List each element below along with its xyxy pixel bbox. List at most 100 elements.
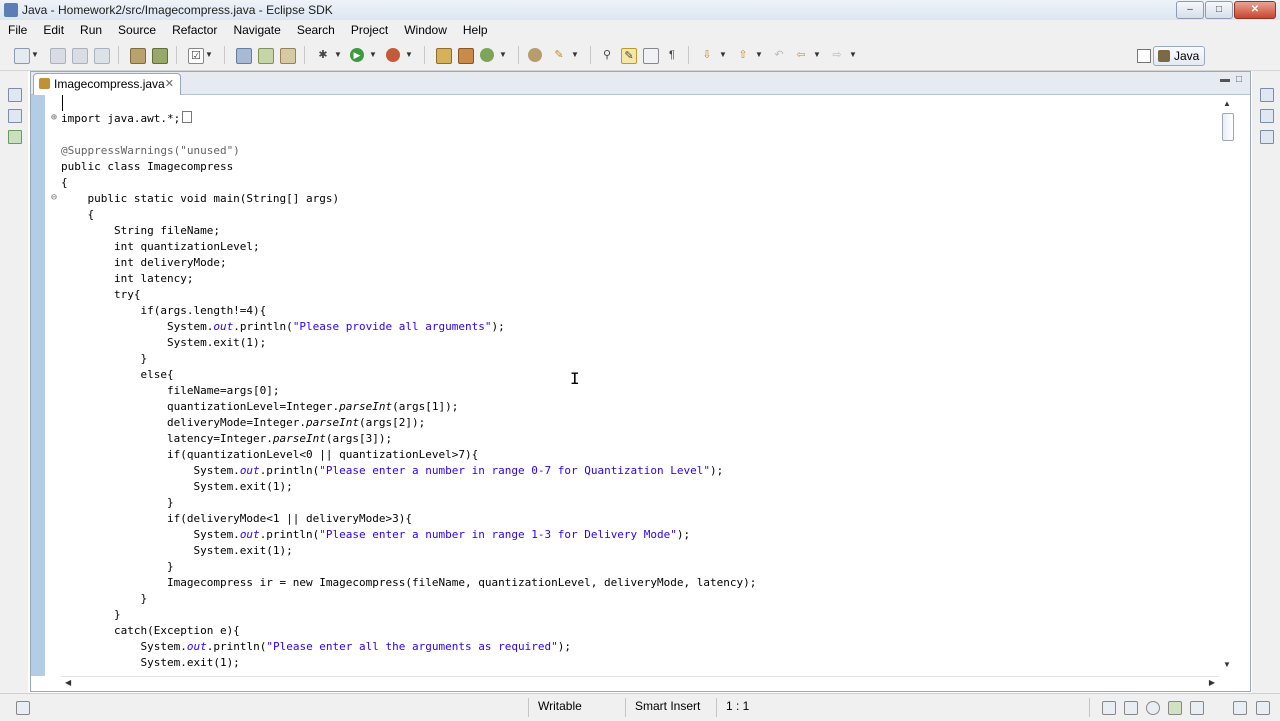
- menu-run[interactable]: Run: [72, 23, 110, 37]
- java-perspective-button[interactable]: Java: [1153, 46, 1205, 66]
- overview-ruler: [31, 95, 45, 676]
- expand-fold-icon[interactable]: ⊕: [51, 112, 57, 123]
- show-whitespace-icon[interactable]: ¶: [665, 48, 679, 62]
- back-dropdown-icon[interactable]: ▼: [813, 48, 821, 62]
- menu-edit[interactable]: Edit: [35, 23, 72, 37]
- mark-occurrences-icon[interactable]: ✎: [621, 48, 637, 64]
- minimize-button[interactable]: –: [1176, 1, 1204, 19]
- print-icon[interactable]: [94, 48, 110, 64]
- menu-project[interactable]: Project: [343, 23, 396, 37]
- new-java-class-icon[interactable]: [480, 48, 494, 62]
- code-line: public class Imagecompress: [61, 160, 234, 173]
- new-java-project-icon[interactable]: [436, 48, 452, 64]
- scroll-up-icon[interactable]: ▲: [1223, 99, 1231, 108]
- javadoc-icon[interactable]: [1168, 701, 1182, 715]
- new-java-package-icon[interactable]: [458, 48, 474, 64]
- close-button[interactable]: ✕: [1234, 1, 1276, 19]
- scroll-thumb[interactable]: [1222, 113, 1234, 141]
- run-icon[interactable]: ▶: [350, 48, 364, 62]
- toggle-mark-icon[interactable]: ☑: [188, 48, 204, 64]
- menu-navigate[interactable]: Navigate: [225, 23, 288, 37]
- open-type-icon[interactable]: [130, 48, 146, 64]
- problems-icon[interactable]: [1124, 701, 1138, 715]
- save-all-icon[interactable]: [72, 48, 88, 64]
- code-line: {: [61, 176, 68, 189]
- scroll-right-icon[interactable]: ▶: [1209, 678, 1215, 687]
- minimize-view-icon[interactable]: ▬: [1220, 74, 1230, 85]
- code-editor[interactable]: import java.awt.*; @SuppressWarnings("un…: [61, 95, 1219, 676]
- menu-search[interactable]: Search: [289, 23, 343, 37]
- task-list-icon[interactable]: [1260, 130, 1274, 144]
- next-annotation-dropdown-icon[interactable]: ▼: [719, 48, 727, 62]
- open-task-icon[interactable]: [152, 48, 168, 64]
- search-icon[interactable]: ✎: [552, 48, 566, 62]
- eclipse-app-icon: [4, 3, 18, 17]
- maximize-view-icon[interactable]: □: [1236, 74, 1242, 85]
- back-icon[interactable]: ⇦: [794, 48, 808, 62]
- new-class-icon[interactable]: [258, 48, 274, 64]
- menu-window[interactable]: Window: [396, 23, 455, 37]
- menu-refactor[interactable]: Refactor: [164, 23, 225, 37]
- restore-right-icon[interactable]: [1260, 88, 1274, 102]
- console-icon[interactable]: [1102, 701, 1116, 715]
- menu-file[interactable]: File: [0, 23, 35, 37]
- search-dropdown-icon[interactable]: ▼: [571, 48, 579, 62]
- folded-imports-marker[interactable]: [182, 111, 193, 123]
- code-line: }: [61, 608, 121, 621]
- new-java-class-dropdown-icon[interactable]: ▼: [499, 48, 507, 62]
- maximize-bottom-icon[interactable]: [1256, 701, 1270, 715]
- restore-bottom-icon[interactable]: [1233, 701, 1247, 715]
- outline-icon[interactable]: [1260, 109, 1274, 123]
- block-selection-icon[interactable]: [643, 48, 659, 64]
- fast-view-icon[interactable]: [16, 701, 30, 715]
- next-annotation-icon[interactable]: ⇩: [700, 48, 714, 62]
- horizontal-scrollbar[interactable]: ◀ ▶: [61, 676, 1219, 691]
- forward-icon[interactable]: ⇨: [830, 48, 844, 62]
- java-file-icon: [39, 78, 50, 89]
- code-line: int quantizationLevel;: [61, 240, 260, 253]
- maximize-button[interactable]: □: [1205, 1, 1233, 19]
- new-package-icon[interactable]: [236, 48, 252, 64]
- external-tools-icon[interactable]: [386, 48, 400, 62]
- code-line: System.out.println("Please enter all the…: [61, 640, 571, 653]
- code-line: catch(Exception e){: [61, 624, 240, 637]
- editor-panel: Imagecompress.java ✕ ▬ □ ⊕ ⊖ import java.…: [30, 71, 1251, 692]
- tab-imagecompress[interactable]: Imagecompress.java ✕: [33, 73, 181, 95]
- vertical-scrollbar[interactable]: ▲ ▼: [1219, 95, 1236, 676]
- code-line: System.exit(1);: [61, 544, 293, 557]
- new-interface-icon[interactable]: [280, 48, 296, 64]
- java-perspective-icon: [1158, 50, 1170, 62]
- annotation-icon[interactable]: ⚲: [600, 48, 614, 62]
- save-icon[interactable]: [50, 48, 66, 64]
- previous-annotation-dropdown-icon[interactable]: ▼: [755, 48, 763, 62]
- last-edit-icon[interactable]: ↶: [772, 48, 786, 62]
- window-title: Java - Homework2/src/Imagecompress.java …: [22, 3, 333, 17]
- menu-source[interactable]: Source: [110, 23, 164, 37]
- hierarchy-icon[interactable]: [8, 130, 22, 144]
- code-line: }: [61, 592, 148, 605]
- tab-close-icon[interactable]: ✕: [165, 74, 174, 94]
- scroll-left-icon[interactable]: ◀: [65, 678, 71, 687]
- run-dropdown-icon[interactable]: ▼: [369, 48, 377, 62]
- open-perspective-icon[interactable]: [1137, 49, 1151, 63]
- declaration-icon[interactable]: [1146, 701, 1160, 715]
- restore-icon[interactable]: [8, 88, 22, 102]
- text-caret: [62, 95, 63, 111]
- debug-dropdown-icon[interactable]: ▼: [334, 48, 342, 62]
- new-dropdown-icon[interactable]: ▼: [31, 48, 39, 62]
- debug-icon[interactable]: ✱: [316, 48, 330, 62]
- new-icon[interactable]: [14, 48, 30, 64]
- package-explorer-icon[interactable]: [8, 109, 22, 123]
- search-view-icon[interactable]: [1190, 701, 1204, 715]
- code-line: quantizationLevel=Integer.parseInt(args[…: [61, 400, 459, 413]
- forward-dropdown-icon[interactable]: ▼: [849, 48, 857, 62]
- external-tools-dropdown-icon[interactable]: ▼: [405, 48, 413, 62]
- import-statement: import java.awt.*;: [61, 112, 181, 125]
- menu-help[interactable]: Help: [455, 23, 496, 37]
- scroll-down-icon[interactable]: ▼: [1223, 660, 1231, 669]
- open-type-hierarchy-icon[interactable]: [528, 48, 542, 62]
- perspective-label: Java: [1174, 49, 1200, 63]
- mark-dropdown-icon[interactable]: ▼: [205, 48, 213, 62]
- collapse-fold-icon[interactable]: ⊖: [51, 192, 57, 203]
- previous-annotation-icon[interactable]: ⇧: [736, 48, 750, 62]
